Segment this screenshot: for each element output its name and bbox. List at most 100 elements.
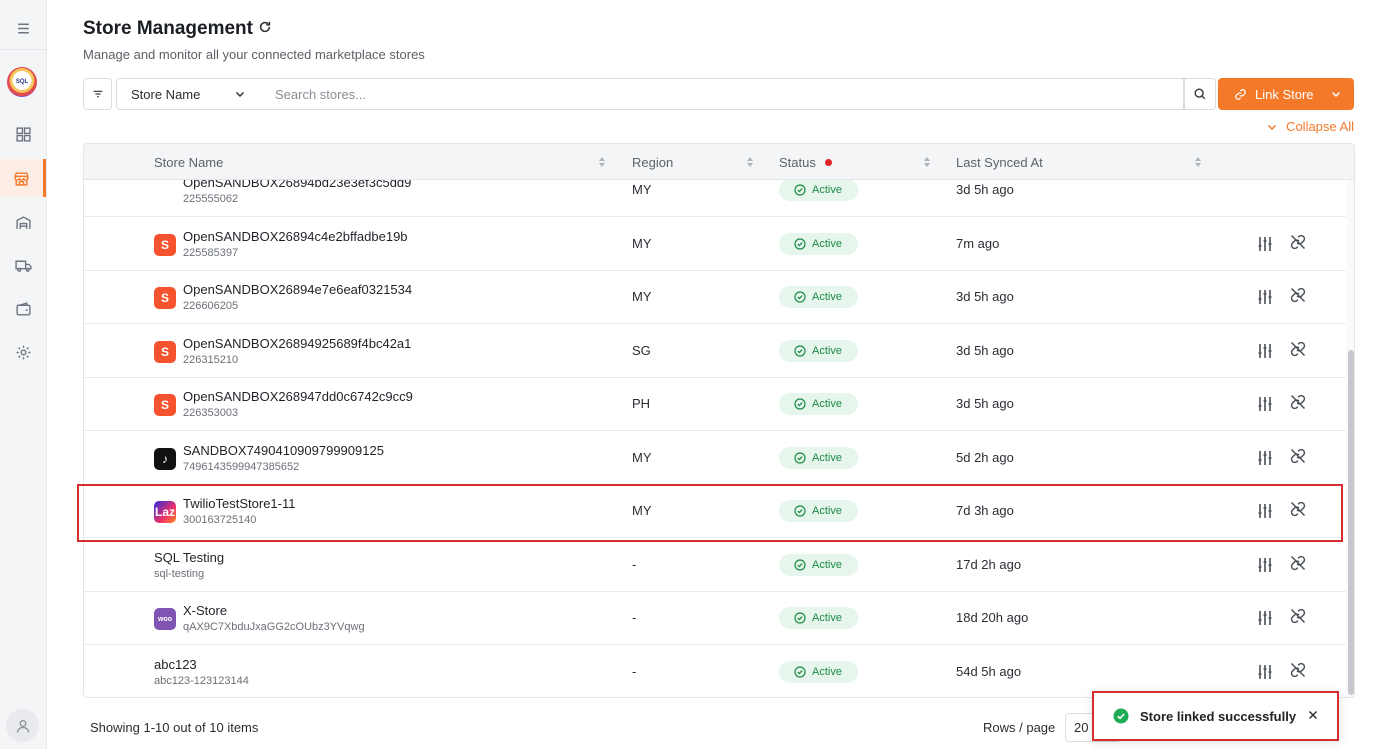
shopee-icon: S bbox=[154, 394, 176, 416]
link-store-label: Link Store bbox=[1255, 86, 1314, 102]
settings-sliders-icon[interactable] bbox=[1256, 609, 1274, 627]
table-row[interactable]: S OpenSANDBOX26894c4e2bffadbe19b 225585397… bbox=[84, 217, 1346, 271]
store-id: abc123-123123144 bbox=[154, 674, 249, 687]
settings-icon[interactable] bbox=[0, 333, 46, 371]
store-region: PH bbox=[632, 396, 651, 411]
check-circle-icon bbox=[794, 344, 806, 357]
status-badge: Active bbox=[779, 607, 858, 629]
store-id: 225585397 bbox=[183, 246, 239, 259]
dashboard-icon[interactable] bbox=[0, 115, 46, 153]
store-region: MY bbox=[632, 182, 652, 197]
last-synced: 3d 5h ago bbox=[956, 289, 1014, 304]
store-region: - bbox=[632, 610, 637, 625]
store-region: MY bbox=[632, 235, 652, 251]
success-toast: Store linked successfully bbox=[1092, 691, 1339, 741]
unlink-icon[interactable] bbox=[1289, 447, 1307, 465]
store-region: MY bbox=[632, 449, 652, 465]
highlighted-row-outline bbox=[77, 484, 1343, 542]
unlink-icon[interactable] bbox=[1289, 607, 1307, 625]
last-synced: 17d 2h ago bbox=[956, 556, 1022, 572]
search-field-select[interactable]: Store Name bbox=[116, 78, 261, 110]
check-circle-icon bbox=[794, 184, 806, 196]
search-button[interactable] bbox=[1184, 78, 1216, 110]
wallet-icon[interactable] bbox=[0, 290, 46, 328]
unlink-icon[interactable] bbox=[1289, 661, 1307, 679]
sort-icon[interactable] bbox=[1194, 156, 1202, 168]
settings-sliders-icon[interactable] bbox=[1256, 556, 1274, 574]
table-row[interactable]: ♪ SANDBOX7490410909799909125 7496143599947… bbox=[84, 431, 1346, 485]
pagination-summary: Showing 1-10 out of 10 items bbox=[90, 720, 259, 735]
store-id: qAX9C7XbduJxaGG2cOUbz3YVqwg bbox=[183, 621, 365, 633]
table-row[interactable]: S OpenSANDBOX268947dd0c6742c9cc9 226353003… bbox=[84, 377, 1346, 431]
store-name: OpenSANDBOX26894c4e2bffadbe19b bbox=[183, 228, 408, 244]
table-row[interactable]: S OpenSANDBOX26894e7e6eaf0321534 226606205… bbox=[84, 270, 1346, 324]
scrollbar-thumb[interactable] bbox=[1348, 350, 1354, 695]
unlink-icon[interactable] bbox=[1289, 554, 1307, 572]
close-icon[interactable] bbox=[1307, 709, 1319, 721]
page-subtitle: Manage and monitor all your connected ma… bbox=[83, 47, 425, 62]
store-id: 7496143599947385652 bbox=[183, 460, 300, 473]
collapse-all-button[interactable]: Collapse All bbox=[1266, 119, 1354, 134]
last-synced: 5d 2h ago bbox=[956, 449, 1014, 465]
unlink-icon[interactable] bbox=[1289, 286, 1307, 304]
woo-icon: woo bbox=[154, 608, 176, 630]
sort-icon[interactable] bbox=[598, 156, 606, 168]
search-icon bbox=[1194, 88, 1206, 100]
search-input[interactable]: Search stores... bbox=[260, 78, 1184, 110]
truck-icon[interactable] bbox=[0, 246, 46, 284]
settings-sliders-icon[interactable] bbox=[1256, 663, 1274, 681]
settings-sliders-icon[interactable] bbox=[1256, 395, 1274, 413]
link-store-button[interactable]: Link Store bbox=[1218, 78, 1354, 110]
filter-button[interactable] bbox=[83, 78, 112, 110]
check-circle-icon bbox=[794, 237, 806, 250]
column-status[interactable]: Status bbox=[779, 155, 832, 170]
menu-icon[interactable] bbox=[0, 9, 46, 47]
store-id: 226606205 bbox=[183, 300, 239, 312]
settings-sliders-icon[interactable] bbox=[1256, 342, 1274, 360]
table-row[interactable]: S OpenSANDBOX26894925689f4bc42a1 226315210… bbox=[84, 324, 1346, 378]
unlink-icon[interactable] bbox=[1289, 340, 1307, 358]
table-row[interactable]: abc123 abc123-123123144 - Active 54d 5h ago bbox=[84, 645, 1346, 698]
settings-sliders-icon[interactable] bbox=[1256, 449, 1274, 467]
table-row[interactable]: woo X-Store qAX9C7XbduJxaGG2cOUbz3YVqwg - Ac… bbox=[84, 591, 1346, 645]
last-synced: 18d 20h ago bbox=[956, 610, 1029, 625]
column-last-synced[interactable]: Last Synced At bbox=[956, 155, 1043, 170]
last-synced: 54d 5h ago bbox=[956, 663, 1022, 679]
unlink-icon[interactable] bbox=[1289, 393, 1307, 411]
stores-table: Store Name Region Status Last Synced At … bbox=[83, 143, 1355, 698]
store-icon[interactable] bbox=[0, 159, 46, 197]
store-name: OpenSANDBOX268947dd0c6742c9cc9 bbox=[183, 389, 413, 404]
store-id: 226353003 bbox=[183, 407, 239, 419]
store-name: abc123 bbox=[154, 656, 197, 672]
app-logo[interactable]: SQL bbox=[7, 67, 37, 97]
shopee-icon: S bbox=[154, 233, 176, 256]
store-name: SANDBOX7490410909799909125 bbox=[183, 442, 384, 458]
rows-per-page-value: 20 bbox=[1074, 720, 1089, 735]
user-avatar[interactable] bbox=[6, 709, 39, 742]
warehouse-icon[interactable] bbox=[0, 203, 46, 241]
last-synced: 7m ago bbox=[956, 235, 1000, 251]
table-row[interactable]: OpenSANDBOX26894bd23e3ef3c5dd9 225555062 M… bbox=[84, 180, 1346, 217]
status-badge: Active bbox=[779, 393, 858, 415]
unlink-icon[interactable] bbox=[1289, 233, 1307, 251]
status-badge: Active bbox=[779, 339, 858, 362]
sort-icon[interactable] bbox=[746, 156, 754, 168]
settings-sliders-icon[interactable] bbox=[1256, 235, 1274, 253]
side-rail: SQL bbox=[0, 0, 47, 749]
search-field-value: Store Name bbox=[131, 86, 201, 102]
table-row[interactable]: SQL Testing sql-testing - Active 17d 2h ago bbox=[84, 538, 1346, 592]
check-circle-icon bbox=[794, 612, 806, 624]
store-region: MY bbox=[632, 289, 652, 304]
status-badge: Active bbox=[779, 446, 858, 469]
status-badge: Active bbox=[779, 180, 858, 201]
settings-sliders-icon[interactable] bbox=[1256, 288, 1274, 306]
store-name: SQL Testing bbox=[154, 549, 225, 565]
store-name: X-Store bbox=[183, 603, 228, 618]
sort-icon[interactable] bbox=[923, 156, 931, 168]
refresh-icon[interactable] bbox=[258, 20, 272, 34]
store-region: SG bbox=[632, 342, 651, 358]
column-store-name[interactable]: Store Name bbox=[154, 155, 223, 170]
main-content: Store Management Manage and monitor all … bbox=[47, 0, 1390, 749]
column-region[interactable]: Region bbox=[632, 155, 673, 170]
store-name: OpenSANDBOX26894e7e6eaf0321534 bbox=[183, 282, 413, 297]
